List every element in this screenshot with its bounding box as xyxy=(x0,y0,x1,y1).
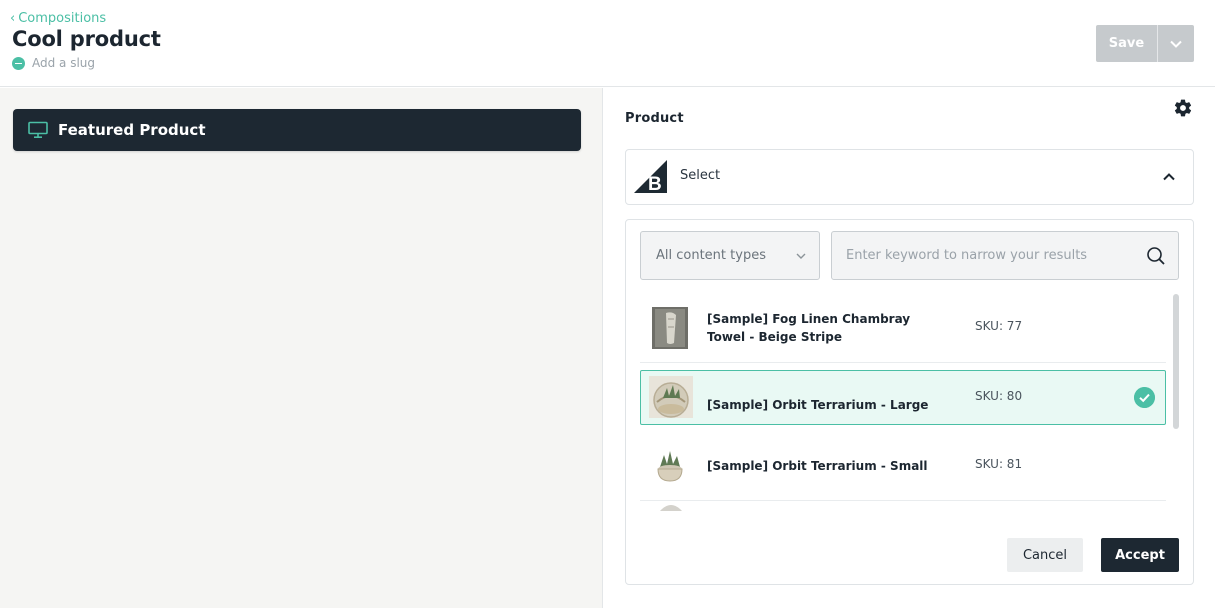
product-name: [Sample] Orbit Terrarium - Small xyxy=(707,459,928,473)
component-label: Featured Product xyxy=(58,121,206,139)
product-list: [Sample] Fog Linen Chambray Towel - Beig… xyxy=(640,294,1166,524)
product-sku: SKU: 80 xyxy=(975,389,1023,403)
product-sku: SKU: 77 xyxy=(975,319,1023,333)
content-type-select[interactable]: All content types xyxy=(640,231,820,280)
product-picker: All content types [Sample] Fog Linen Cha… xyxy=(625,219,1194,585)
save-button-group: Save xyxy=(1096,25,1194,62)
list-item[interactable]: [Sample] Fog Linen Chambray Towel - Beig… xyxy=(640,294,1166,363)
svg-text:B: B xyxy=(648,174,662,193)
product-thumbnail xyxy=(649,376,693,418)
composition-canvas: Featured Product xyxy=(0,88,603,608)
accept-button[interactable]: Accept xyxy=(1101,538,1179,572)
breadcrumb[interactable]: ‹ Compositions xyxy=(10,11,106,26)
product-name: [Sample] Orbit Terrarium - Large xyxy=(707,398,929,412)
search-icon[interactable] xyxy=(1146,246,1166,266)
featured-product-component[interactable]: Featured Product xyxy=(13,109,581,151)
list-scrollbar[interactable] xyxy=(1173,294,1179,429)
product-sku: SKU: 81 xyxy=(975,457,1023,471)
minus-circle-icon xyxy=(12,56,25,70)
product-name: [Sample] Fog Linen Chambray Towel - Beig… xyxy=(707,312,911,344)
list-item-selected[interactable]: [Sample] Orbit Terrarium - Large SKU: 80 xyxy=(640,370,1166,425)
save-options-button[interactable] xyxy=(1157,25,1194,62)
chevron-down-icon xyxy=(796,253,806,259)
top-header: ‹ Compositions Cool product Add a slug S… xyxy=(0,0,1215,87)
list-item[interactable]: [Sample] Orbit Terrarium - Small SKU: 81 xyxy=(640,432,1166,501)
gear-icon[interactable] xyxy=(1173,98,1193,118)
properties-panel: Product B Select All content types Enter… xyxy=(604,88,1215,608)
chevron-down-icon xyxy=(1170,40,1182,48)
product-select[interactable]: B Select xyxy=(625,149,1194,205)
breadcrumb-link[interactable]: Compositions xyxy=(18,11,106,26)
bigcommerce-logo: B xyxy=(634,160,667,193)
chevron-up-icon xyxy=(1163,173,1175,181)
cancel-button[interactable]: Cancel xyxy=(1007,538,1083,572)
product-field-label: Product xyxy=(625,111,684,126)
add-slug-link[interactable]: Add a slug xyxy=(12,56,95,70)
monitor-icon xyxy=(28,121,48,139)
slug-label: Add a slug xyxy=(32,56,96,70)
select-value: Select xyxy=(680,168,721,183)
page-title: Cool product xyxy=(12,27,161,51)
chevron-left-icon: ‹ xyxy=(10,11,16,26)
search-input[interactable] xyxy=(846,232,1136,279)
content-type-value: All content types xyxy=(656,248,766,263)
save-button[interactable]: Save xyxy=(1096,25,1157,62)
product-thumbnail xyxy=(652,307,688,349)
product-thumbnail xyxy=(652,445,688,487)
search-field xyxy=(831,231,1179,280)
product-thumbnail xyxy=(660,505,682,511)
check-circle-icon xyxy=(1134,387,1155,408)
list-item-partial[interactable] xyxy=(640,501,1166,521)
